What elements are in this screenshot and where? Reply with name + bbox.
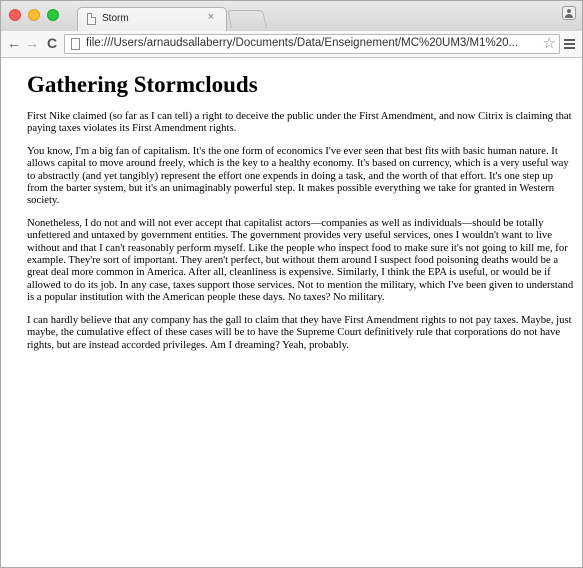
page-heading: Gathering Stormclouds — [27, 72, 258, 97]
tab-close-icon[interactable]: × — [208, 12, 214, 23]
paragraph-3: Nonetheless, I do not and will not ever … — [27, 216, 574, 304]
page-content: Gathering Stormclouds First Nike claimed… — [1, 58, 582, 567]
page-icon — [71, 38, 80, 50]
window-maximize-button[interactable] — [47, 9, 59, 21]
tab-storm[interactable]: Storm × — [77, 7, 227, 31]
paragraph-2: You know, I'm a big fan of capitalism. I… — [27, 144, 569, 207]
window-minimize-button[interactable] — [28, 9, 40, 21]
toolbar: ← → C file:///Users/arnaudsallaberry/Doc… — [1, 31, 582, 58]
forward-arrow-icon[interactable]: → — [23, 34, 41, 52]
tab-title: Storm — [102, 13, 129, 24]
back-arrow-icon[interactable]: ← — [5, 34, 23, 52]
hamburger-menu-icon[interactable] — [564, 35, 576, 53]
url-text[interactable]: file:///Users/arnaudsallaberry/Documents… — [86, 37, 518, 49]
paragraph-4: I can hardly believe that any company ha… — [27, 313, 572, 351]
paragraph-1: First Nike claimed (so far as I can tell… — [27, 110, 572, 135]
star-icon[interactable]: ☆ — [543, 35, 556, 53]
reload-icon[interactable]: C — [43, 34, 61, 52]
tab-strip: Storm × — [1, 1, 582, 31]
browser-window: Storm × ← → C file:///Users/arnaudsallab… — [0, 0, 583, 568]
profile-icon[interactable] — [562, 6, 576, 20]
page-icon — [87, 13, 96, 25]
new-tab-button[interactable] — [227, 10, 267, 28]
address-bar[interactable]: file:///Users/arnaudsallaberry/Documents… — [64, 34, 560, 54]
window-close-button[interactable] — [9, 9, 21, 21]
